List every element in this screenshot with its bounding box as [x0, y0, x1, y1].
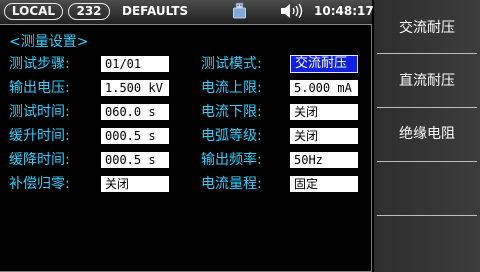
output-frequency-field[interactable]: 50Hz [290, 152, 358, 168]
section-title: <测量设置> [9, 34, 89, 50]
offset-zero-field[interactable]: 关闭 [101, 176, 169, 192]
param-label: 补偿归零: [9, 176, 70, 192]
softkey-insulation-resistance[interactable]: 绝缘电阻 [374, 108, 480, 160]
param-label: 输出电压: [9, 80, 70, 96]
status-bar: LOCAL 232 DEFAULTS 10:48:17 [0, 0, 374, 25]
test-step-field[interactable]: 01/01 [101, 56, 169, 72]
softkey-dc-withstand[interactable]: 直流耐压 [374, 55, 480, 107]
instrument-screen: LOCAL 232 DEFAULTS 10:48:17 <测量设置> 测试步骤:… [0, 0, 480, 272]
test-time-field[interactable]: 060.0 s [101, 104, 169, 120]
current-low-limit-field[interactable]: 关闭 [290, 104, 358, 120]
softkey-empty-5[interactable] [374, 216, 480, 268]
rs232-indicator[interactable]: 232 [68, 3, 110, 20]
current-high-limit-field[interactable]: 5.000 mA [290, 80, 358, 96]
param-label: 测试模式: [201, 56, 262, 72]
softkey-ac-withstand[interactable]: 交流耐压 [374, 2, 480, 54]
param-label: 电流量程: [201, 176, 262, 192]
output-voltage-field[interactable]: 1.500 kV [101, 80, 169, 96]
param-label: 电弧等级: [201, 128, 262, 144]
param-label: 测试时间: [9, 104, 70, 120]
softkey-empty-4[interactable] [374, 162, 480, 214]
softkey-panel: 交流耐压 直流耐压 绝缘电阻 [374, 0, 480, 272]
defaults-label: DEFAULTS [122, 4, 189, 18]
param-label: 缓升时间: [9, 128, 70, 144]
param-label: 测试步骤: [9, 56, 70, 72]
local-indicator[interactable]: LOCAL [4, 3, 63, 20]
param-label: 输出频率: [201, 152, 262, 168]
param-label: 电流上限: [201, 80, 262, 96]
current-range-field[interactable]: 固定 [290, 176, 358, 192]
speaker-volume-icon[interactable] [280, 3, 308, 19]
softkey-divider [377, 53, 477, 54]
ramp-up-time-field[interactable]: 000.5 s [101, 128, 169, 144]
param-label: 缓降时间: [9, 152, 70, 168]
ramp-down-time-field[interactable]: 000.5 s [101, 152, 169, 168]
test-mode-field[interactable]: 交流耐压 [290, 55, 358, 73]
usb-drive-icon [233, 2, 246, 19]
arc-level-field[interactable]: 关闭 [290, 128, 358, 144]
clock: 10:48:17 [314, 4, 374, 18]
param-label: 电流下限: [201, 104, 262, 120]
